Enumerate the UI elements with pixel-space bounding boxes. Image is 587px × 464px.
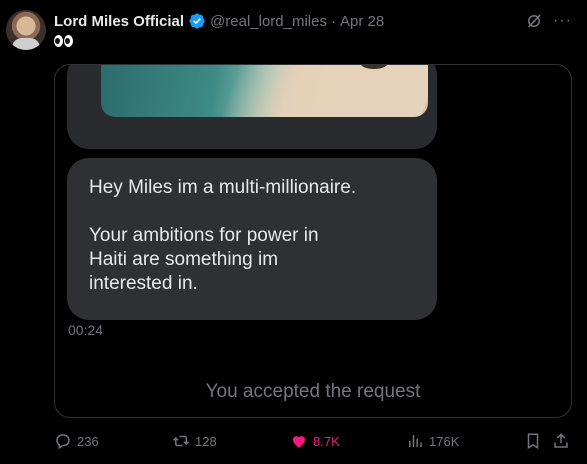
message-bubble: Hey Miles im a multi-millionaire. Your a… bbox=[67, 158, 437, 320]
beach-photo bbox=[101, 65, 428, 117]
reply-icon bbox=[56, 434, 70, 450]
media-screenshot[interactable]: Hey Miles im a multi-millionaire. Your a… bbox=[54, 64, 572, 418]
share-icon bbox=[554, 433, 568, 448]
verified-badge-icon bbox=[188, 12, 206, 30]
reply-button[interactable]: 236 bbox=[54, 430, 99, 452]
like-count: 8.7K bbox=[313, 433, 340, 449]
separator-dot: · bbox=[330, 12, 336, 30]
repost-icon bbox=[172, 435, 190, 447]
post-date[interactable]: Apr 28 bbox=[340, 13, 384, 30]
more-icon[interactable]: ··· bbox=[553, 12, 572, 30]
author-handle[interactable]: @real_lord_miles bbox=[210, 13, 327, 30]
heart-icon bbox=[293, 436, 305, 448]
like-button[interactable]: 8.7K bbox=[290, 430, 340, 452]
bookmark-icon bbox=[527, 433, 539, 450]
grok-icon[interactable] bbox=[525, 12, 543, 30]
repost-count: 128 bbox=[195, 433, 217, 449]
avatar[interactable] bbox=[6, 10, 46, 50]
eyes-emoji-icon bbox=[54, 35, 73, 47]
message-timestamp: 00:24 bbox=[68, 322, 104, 338]
action-bar: 236 128 8.7K 176K bbox=[54, 430, 572, 452]
image-message-card bbox=[67, 65, 437, 149]
request-status-text: You accepted the request bbox=[205, 381, 421, 402]
reply-count: 236 bbox=[77, 433, 99, 449]
view-count: 176K bbox=[429, 433, 460, 449]
views-button[interactable]: 176K bbox=[406, 430, 459, 452]
post-header: Lord Miles Official @real_lord_miles · A… bbox=[54, 11, 384, 31]
message-text: Hey Miles im a multi-millionaire. Your a… bbox=[89, 177, 357, 294]
share-button[interactable] bbox=[552, 430, 570, 452]
bookmark-button[interactable] bbox=[524, 430, 542, 452]
author-name[interactable]: Lord Miles Official bbox=[54, 13, 184, 30]
views-icon bbox=[409, 435, 422, 447]
repost-button[interactable]: 128 bbox=[172, 430, 217, 452]
